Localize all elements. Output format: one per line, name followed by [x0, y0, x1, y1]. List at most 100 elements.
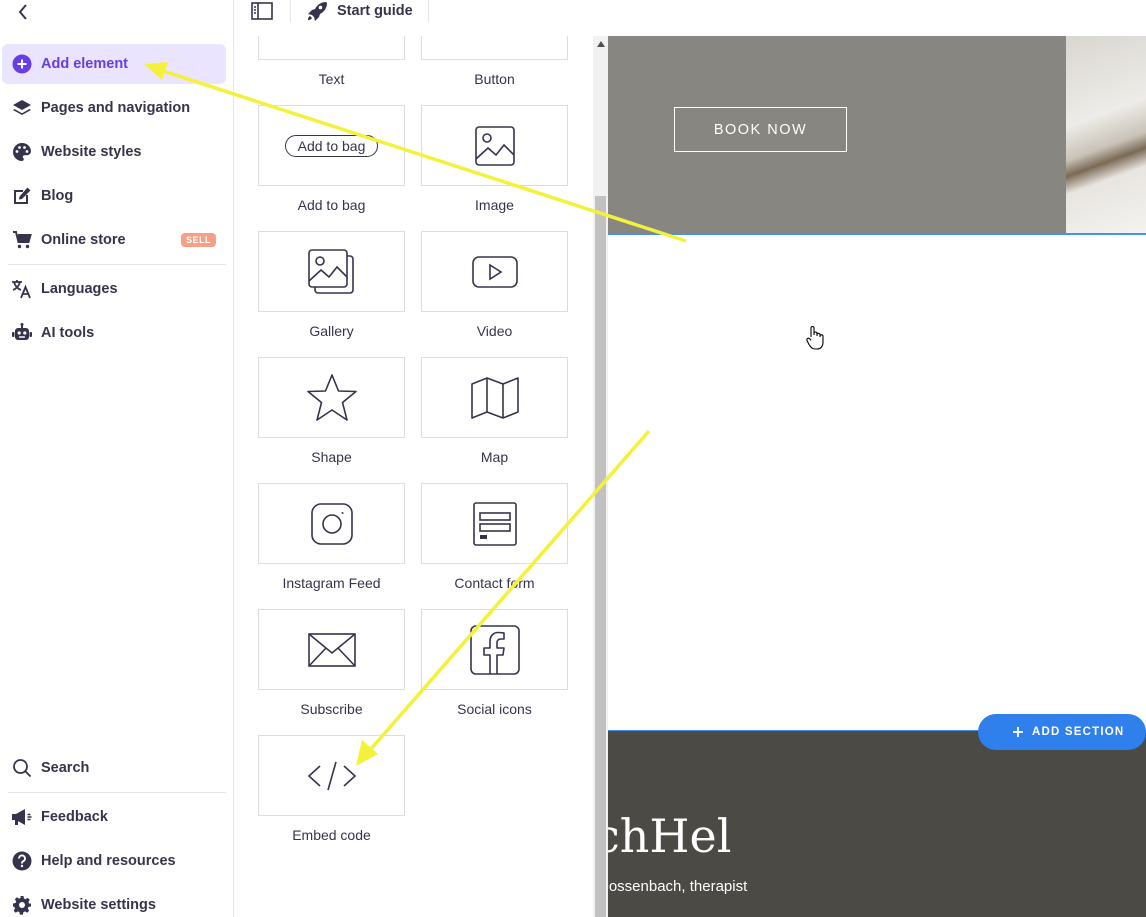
sidebar-item-online-store[interactable]: Online store SELL — [2, 220, 226, 260]
element-tile-text[interactable] — [258, 36, 405, 60]
top-bar: Start guide — [234, 0, 1146, 36]
sidebar-item-search[interactable]: Search — [2, 748, 226, 788]
element-label: Social icons — [457, 701, 532, 717]
envelope-icon — [307, 632, 356, 667]
sidebar-item-label: Languages — [41, 281, 118, 297]
sidebar-item-label: Website styles — [41, 144, 142, 160]
hero-photo — [1066, 36, 1146, 234]
add-circle-icon — [11, 53, 33, 75]
element-tile-social-icons[interactable] — [421, 609, 568, 690]
element-tile-gallery[interactable] — [258, 231, 405, 312]
element-tile-image[interactable] — [421, 105, 568, 186]
instagram-icon — [310, 502, 353, 545]
element-tile-video[interactable] — [421, 231, 568, 312]
element-label: Embed code — [292, 827, 371, 843]
footer-section[interactable]: chHel Dossenbach, therapist — [608, 731, 1146, 917]
hero-section[interactable]: BOOK NOW — [608, 36, 1146, 234]
sidebar-toggle-button[interactable] — [250, 0, 274, 22]
start-guide-label: Start guide — [337, 3, 413, 19]
sidebar-item-label: Pages and navigation — [41, 100, 191, 116]
map-icon — [470, 376, 519, 419]
element-label: Add to bag — [297, 197, 366, 213]
element-tile-shape[interactable] — [258, 357, 405, 438]
sidebar-item-label: Website settings — [41, 897, 156, 913]
element-label: Image — [475, 197, 514, 213]
sidebar-item-label: AI tools — [41, 325, 95, 341]
element-label: Text — [318, 71, 345, 87]
element-label: Instagram Feed — [282, 575, 381, 591]
toolbar-separator — [290, 0, 291, 22]
sidebar-item-languages[interactable]: Languages — [2, 269, 226, 309]
sidebar-item-label: Help and resources — [41, 853, 176, 869]
element-tile-embed-code[interactable] — [258, 735, 405, 816]
gallery-icon — [307, 248, 354, 294]
element-tile-add-to-bag[interactable]: Add to bag — [258, 105, 405, 186]
robot-icon — [11, 322, 33, 344]
element-tile-map[interactable] — [421, 357, 568, 438]
star-icon — [306, 373, 357, 421]
sidebar-item-add-element[interactable]: Add element — [2, 44, 226, 84]
sidebar-item-feedback[interactable]: Feedback — [2, 797, 226, 837]
element-label: Button — [474, 71, 515, 87]
sidebar: Add element Pages and navigation Website… — [0, 0, 234, 917]
sell-badge: SELL — [180, 233, 216, 247]
sidebar-item-ai-tools[interactable]: AI tools — [2, 313, 226, 353]
element-label: Map — [480, 449, 509, 465]
panel-scrollbar[interactable] — [593, 36, 608, 917]
sidebar-item-blog[interactable]: Blog — [2, 176, 226, 216]
element-label: Subscribe — [300, 701, 363, 717]
chevron-left-icon — [18, 4, 27, 20]
scroll-up-button[interactable] — [593, 36, 608, 52]
element-tile-contact-form[interactable] — [421, 483, 568, 564]
editor-window: Add element Pages and navigation Website… — [0, 0, 1146, 917]
gear-icon — [11, 894, 33, 916]
edit-icon — [11, 185, 33, 207]
code-icon — [307, 761, 356, 790]
caret-up-icon — [596, 41, 605, 47]
image-icon — [474, 125, 515, 166]
therapist-caption: Dossenbach, therapist — [608, 878, 748, 895]
sidebar-item-label: Search — [41, 760, 90, 776]
element-label: Video — [476, 323, 513, 339]
sidebar-layout-icon — [251, 2, 273, 20]
layers-icon — [11, 97, 33, 119]
translate-icon — [11, 278, 33, 300]
cart-icon — [11, 229, 33, 251]
megaphone-icon — [11, 806, 33, 828]
sidebar-item-label: Blog — [41, 188, 74, 204]
element-tile-subscribe[interactable] — [258, 609, 405, 690]
element-tile-button[interactable] — [421, 36, 568, 60]
sidebar-item-label: Online store — [41, 232, 126, 248]
scrollbar-thumb[interactable] — [595, 196, 606, 917]
start-guide-button[interactable]: Start guide — [306, 0, 413, 22]
hand-cursor-icon — [806, 325, 824, 356]
palette-icon — [11, 141, 33, 163]
section-selection-line — [608, 233, 1146, 235]
book-now-button[interactable]: BOOK NOW — [674, 107, 847, 152]
add-to-bag-icon: Add to bag — [284, 134, 379, 157]
add-section-button[interactable]: ADD SECTION — [978, 714, 1146, 750]
element-label: Shape — [311, 449, 352, 465]
sidebar-item-website-styles[interactable]: Website styles — [2, 132, 226, 172]
toolbar-separator — [428, 0, 429, 22]
facebook-icon — [469, 624, 520, 675]
sidebar-item-help[interactable]: Help and resources — [2, 841, 226, 881]
website-canvas[interactable]: BOOK NOW chHel Dossenbach, therapist — [608, 36, 1146, 917]
back-button[interactable] — [12, 0, 34, 24]
plus-icon — [1013, 727, 1023, 737]
divider — [8, 264, 226, 265]
search-icon — [11, 757, 33, 779]
help-icon — [11, 850, 33, 872]
add-section-label: ADD SECTION — [1032, 726, 1125, 738]
sidebar-item-website-settings[interactable]: Website settings — [2, 885, 226, 917]
element-tile-instagram-feed[interactable] — [258, 483, 405, 564]
text-icon — [312, 36, 352, 40]
element-label: Gallery — [309, 323, 354, 339]
sidebar-item-label: Add element — [41, 56, 129, 72]
rocket-icon — [308, 2, 327, 21]
sidebar-item-label: Feedback — [41, 809, 108, 825]
element-label: Contact form — [454, 575, 535, 591]
add-element-panel: Text Button Add to bag Add to bag Image … — [234, 36, 608, 917]
sidebar-item-pages[interactable]: Pages and navigation — [2, 88, 226, 128]
brand-heading: chHel — [608, 809, 732, 863]
